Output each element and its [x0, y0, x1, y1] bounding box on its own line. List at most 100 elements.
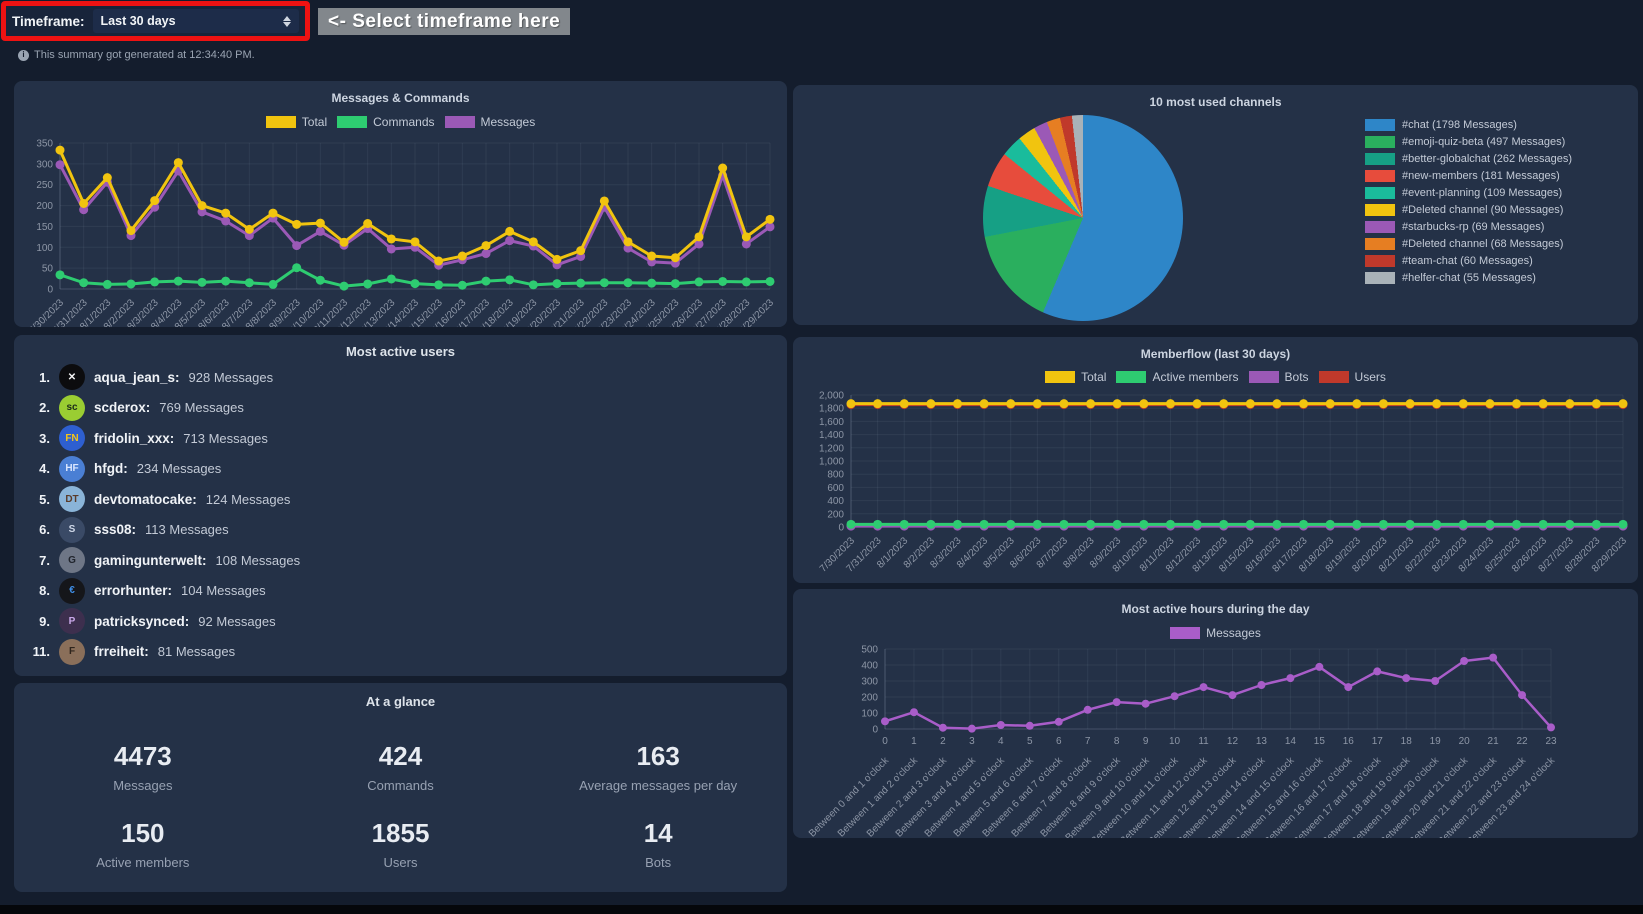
- svg-text:9: 9: [1143, 736, 1149, 747]
- svg-text:13: 13: [1256, 736, 1268, 747]
- user-avatar: F: [59, 639, 85, 665]
- user-row: 1.✕aqua_jean_s:928 Messages: [24, 362, 777, 393]
- pie-legend-label: #Deleted channel (90 Messages): [1402, 204, 1563, 216]
- user-avatar: €: [59, 578, 85, 604]
- pie-legend-label: #chat (1798 Messages): [1402, 119, 1517, 131]
- svg-text:300: 300: [36, 159, 53, 170]
- user-name: frreiheit:: [94, 644, 149, 659]
- svg-text:200: 200: [36, 201, 53, 212]
- svg-text:100: 100: [861, 709, 878, 720]
- user-message-count: 124 Messages: [206, 492, 291, 507]
- user-avatar: G: [59, 547, 85, 573]
- svg-text:250: 250: [36, 180, 53, 191]
- user-message-count: 713 Messages: [183, 431, 268, 446]
- svg-text:800: 800: [827, 470, 844, 481]
- pie-legend-item: #new-members (181 Messages): [1365, 170, 1572, 182]
- memberflow-chart[interactable]: 02004006008001,0001,2001,4001,6001,8002,…: [793, 337, 1638, 583]
- pie-legend-item: #Deleted channel (68 Messages): [1365, 238, 1572, 250]
- svg-text:10: 10: [1169, 736, 1181, 747]
- user-rank: 7.: [28, 553, 50, 568]
- pie-legend-item: #team-chat (60 Messages): [1365, 255, 1572, 267]
- user-avatar: S: [59, 517, 85, 543]
- svg-text:2,000: 2,000: [819, 391, 844, 402]
- at-a-glance-title: At a glance: [14, 694, 787, 709]
- svg-text:15: 15: [1314, 736, 1326, 747]
- user-message-count: 92 Messages: [198, 614, 275, 629]
- svg-text:1,000: 1,000: [819, 457, 844, 468]
- glance-stat-label: Commands: [367, 778, 433, 793]
- pie-legend-swatch: [1365, 221, 1395, 233]
- user-rank: 11.: [28, 644, 50, 659]
- svg-text:0: 0: [882, 736, 888, 747]
- svg-text:3: 3: [969, 736, 975, 747]
- pie-legend-swatch: [1365, 119, 1395, 131]
- user-row: 11.Ffrreiheit:81 Messages: [24, 637, 777, 668]
- glance-stat-label: Active members: [96, 855, 189, 870]
- user-rank: 5.: [28, 492, 50, 507]
- channels-pie-panel: 10 most used channels #chat (1798 Messag…: [793, 85, 1638, 325]
- glance-stat: 163 Average messages per day: [529, 728, 787, 805]
- glance-stat: 424Commands: [272, 728, 530, 805]
- most-active-users-panel: Most active users 1.✕aqua_jean_s:928 Mes…: [14, 335, 787, 676]
- glance-stat-label: Average messages per day: [579, 778, 737, 793]
- pie-legend-swatch: [1365, 136, 1395, 148]
- channels-pie[interactable]: [983, 115, 1183, 321]
- at-a-glance-grid: 4473 Messages 424Commands 163 Average messag…: [14, 728, 787, 882]
- glance-stat-value: 163: [636, 741, 679, 772]
- glance-stat-value: 4473: [114, 741, 172, 772]
- user-message-count: 234 Messages: [137, 461, 222, 476]
- svg-text:350: 350: [36, 139, 53, 150]
- user-avatar: P: [59, 608, 85, 634]
- pie-legend-item: #helfer-chat (55 Messages): [1365, 272, 1572, 284]
- user-name: hfgd:: [94, 461, 128, 476]
- pie-legend-item: #better-globalchat (262 Messages): [1365, 153, 1572, 165]
- channels-pie-title: 10 most used channels: [793, 95, 1638, 109]
- svg-text:5: 5: [1027, 736, 1033, 747]
- user-row: 9.Ppatricksynced:92 Messages: [24, 606, 777, 637]
- timeframe-selected-value: Last 30 days: [101, 14, 283, 28]
- user-rank: 1.: [28, 370, 50, 385]
- svg-text:11: 11: [1198, 736, 1209, 747]
- memberflow-panel: Memberflow (last 30 days) TotalActive me…: [793, 337, 1638, 583]
- svg-text:0: 0: [838, 523, 844, 534]
- user-message-count: 769 Messages: [159, 400, 244, 415]
- glance-stat-value: 1855: [372, 818, 430, 849]
- user-message-count: 108 Messages: [216, 553, 301, 568]
- svg-text:150: 150: [36, 222, 53, 233]
- pie-legend-item: #starbucks-rp (69 Messages): [1365, 221, 1572, 233]
- pie-legend-swatch: [1365, 238, 1395, 250]
- user-name: patricksynced:: [94, 614, 189, 629]
- pie-legend-swatch: [1365, 255, 1395, 267]
- glance-stat-value: 14: [644, 818, 673, 849]
- user-name: sss08:: [94, 522, 136, 537]
- svg-text:600: 600: [827, 483, 844, 494]
- user-avatar: sc: [59, 395, 85, 421]
- user-row: 6.Ssss08:113 Messages: [24, 515, 777, 546]
- user-rank: 6.: [28, 522, 50, 537]
- glance-stat-label: Users: [384, 855, 418, 870]
- channels-pie-legend: #chat (1798 Messages) #emoji-quiz-beta (4…: [1365, 119, 1572, 284]
- user-list: 1.✕aqua_jean_s:928 Messages2.scscderox:7…: [24, 362, 777, 667]
- pie-legend-item: #emoji-quiz-beta (497 Messages): [1365, 136, 1572, 148]
- messages-commands-chart[interactable]: 0501001502002503003507/30/20237/31/20238…: [14, 81, 787, 327]
- svg-text:23: 23: [1545, 736, 1557, 747]
- glance-stat-label: Messages: [113, 778, 172, 793]
- svg-text:2: 2: [940, 736, 946, 747]
- svg-text:50: 50: [42, 264, 54, 275]
- user-row: 4.HFhfgd:234 Messages: [24, 454, 777, 485]
- svg-text:16: 16: [1343, 736, 1355, 747]
- pie-legend-item: #chat (1798 Messages): [1365, 119, 1572, 131]
- select-updown-icon: [283, 16, 291, 27]
- pie-legend-label: #team-chat (60 Messages): [1402, 255, 1533, 267]
- active-hours-chart[interactable]: 0100200300400500012345678910111213141516…: [793, 589, 1638, 838]
- svg-text:1,600: 1,600: [819, 417, 844, 428]
- user-name: scderox:: [94, 400, 150, 415]
- timeframe-select[interactable]: Last 30 days: [93, 9, 299, 33]
- svg-text:18: 18: [1401, 736, 1413, 747]
- glance-stat: 150Active members: [14, 805, 272, 882]
- dashboard: Timeframe: Last 30 days <- Select timefr…: [0, 0, 1643, 905]
- svg-text:1,800: 1,800: [819, 404, 844, 415]
- svg-text:0: 0: [872, 725, 878, 736]
- user-rank: 3.: [28, 431, 50, 446]
- user-name: devtomatocake:: [94, 492, 197, 507]
